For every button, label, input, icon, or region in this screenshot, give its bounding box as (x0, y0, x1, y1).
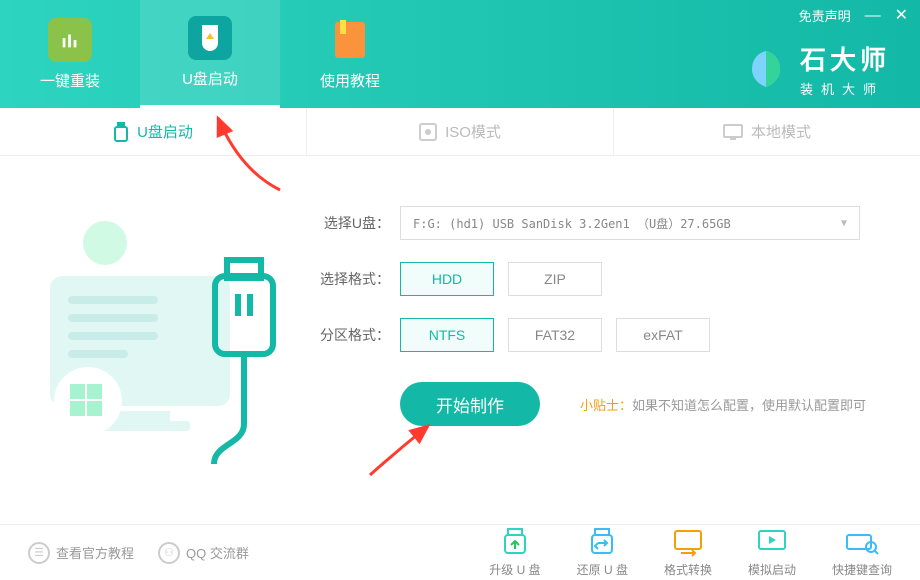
brand-logo-icon (744, 47, 788, 91)
nav-label: 使用教程 (320, 70, 380, 91)
disk-value: F:G: (hd1) USB SanDisk 3.2Gen1 （U盘）27.65… (413, 215, 731, 232)
brand-title: 石大师 (800, 40, 890, 77)
tool-simulate-boot[interactable]: 模拟启动 (748, 527, 796, 578)
people-icon: ⚇ (158, 542, 180, 564)
tab-label: ISO模式 (445, 121, 501, 142)
usb-icon (113, 122, 129, 142)
tool-format-convert[interactable]: 格式转换 (664, 527, 712, 578)
nav-usb-boot[interactable]: U盘启动 (140, 0, 280, 108)
nav-tutorial[interactable]: 使用教程 (280, 0, 420, 108)
shield-usb-icon (198, 23, 222, 53)
tool-label: 升级 U 盘 (489, 561, 540, 578)
tip-text: 如果不知道怎么配置，使用默认配置即可 (632, 398, 866, 413)
tool-label: 快捷键查询 (832, 561, 892, 578)
tool-label: 还原 U 盘 (577, 561, 628, 578)
partition-option-exfat[interactable]: exFAT (616, 318, 710, 352)
convert-icon (671, 527, 705, 557)
disk-label: 选择U盘： (310, 213, 390, 233)
footer-link-label: QQ 交流群 (186, 543, 249, 562)
tab-local-mode[interactable]: 本地模式 (614, 108, 920, 155)
tab-label: U盘启动 (137, 121, 193, 142)
nav-label: U盘启动 (182, 68, 238, 89)
tip-label: 小贴士： (580, 398, 632, 413)
tab-usb-boot[interactable]: U盘启动 (0, 108, 307, 155)
format-option-hdd[interactable]: HDD (400, 262, 494, 296)
footer-link-label: 查看官方教程 (56, 543, 134, 562)
tool-label: 模拟启动 (748, 561, 796, 578)
tool-upgrade-usb[interactable]: 升级 U 盘 (489, 527, 540, 578)
partition-label: 分区格式： (310, 325, 390, 345)
format-option-zip[interactable]: ZIP (508, 262, 602, 296)
format-label: 选择格式： (310, 269, 390, 289)
partition-option-ntfs[interactable]: NTFS (400, 318, 494, 352)
content: 选择U盘： F:G: (hd1) USB SanDisk 3.2Gen1 （U盘… (0, 156, 920, 524)
tool-restore-usb[interactable]: 还原 U 盘 (577, 527, 628, 578)
nav-reinstall[interactable]: 一键重装 (0, 0, 140, 108)
book-open-icon: ☰ (28, 542, 50, 564)
usb-up-icon (498, 527, 532, 557)
tip: 小贴士：如果不知道怎么配置，使用默认配置即可 (580, 395, 866, 414)
illustration (30, 186, 280, 466)
tool-shortcut-query[interactable]: 快捷键查询 (832, 527, 892, 578)
footer: ☰ 查看官方教程 ⚇ QQ 交流群 升级 U 盘 还原 U 盘 格式转换 模拟启… (0, 524, 920, 580)
disk-select[interactable]: F:G: (hd1) USB SanDisk 3.2Gen1 （U盘）27.65… (400, 206, 860, 240)
iso-icon (419, 123, 437, 141)
monitor-icon (723, 124, 743, 140)
form: 选择U盘： F:G: (hd1) USB SanDisk 3.2Gen1 （U盘… (310, 206, 890, 426)
brand-subtitle: 装机大师 (800, 79, 890, 98)
mode-tabs: U盘启动 ISO模式 本地模式 (0, 108, 920, 156)
bars-icon (59, 29, 81, 51)
disclaimer-link[interactable]: 免责声明 (799, 6, 851, 25)
keyboard-search-icon (845, 527, 879, 557)
play-screen-icon (755, 527, 789, 557)
footer-tutorial-link[interactable]: ☰ 查看官方教程 (28, 542, 134, 564)
close-button[interactable]: ✕ (895, 8, 908, 24)
tab-label: 本地模式 (751, 121, 811, 142)
tool-label: 格式转换 (664, 561, 712, 578)
usb-restore-icon (585, 527, 619, 557)
footer-qq-link[interactable]: ⚇ QQ 交流群 (158, 542, 249, 564)
minimize-button[interactable]: — (865, 8, 881, 24)
nav-label: 一键重装 (40, 70, 100, 91)
book-icon (333, 20, 367, 60)
brand: 石大师 装机大师 (744, 40, 890, 98)
header: 一键重装 U盘启动 使用教程 免责声明 — ✕ 石大师 装机大师 (0, 0, 920, 108)
tab-iso-mode[interactable]: ISO模式 (307, 108, 614, 155)
start-button[interactable]: 开始制作 (400, 382, 540, 426)
partition-option-fat32[interactable]: FAT32 (508, 318, 602, 352)
